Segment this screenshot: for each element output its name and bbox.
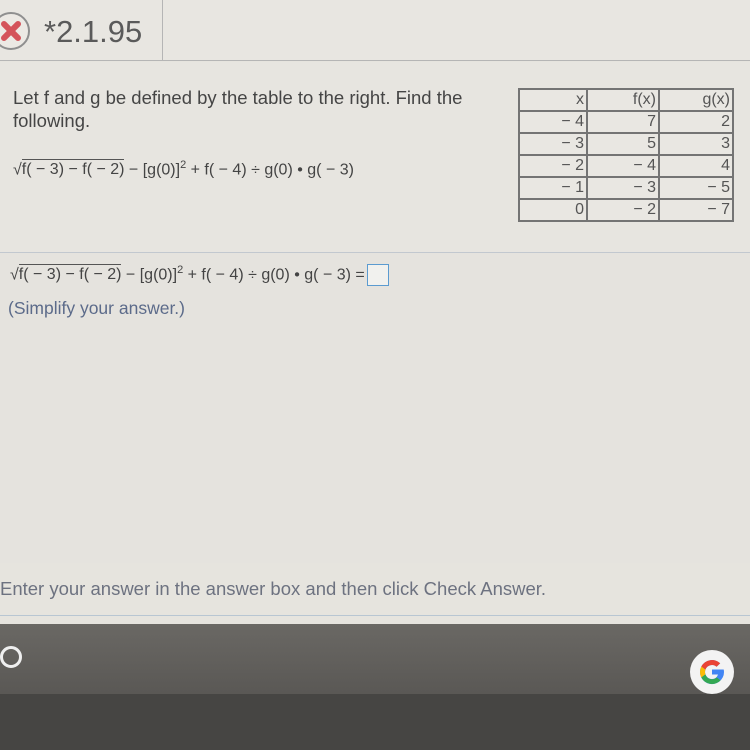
- taskbar-bezel: [0, 694, 750, 750]
- question-expression: √f( − 3) − f( − 2) − [g(0)]2 + f( − 4) ÷…: [13, 159, 354, 179]
- equals-sign: =: [350, 266, 365, 284]
- cell-gx: 3: [658, 132, 734, 156]
- cell-x: − 2: [518, 154, 588, 178]
- cell-x: − 3: [518, 132, 588, 156]
- cell-gx: − 7: [658, 198, 734, 222]
- expr-part-2: + f( − 4) ÷ g(0) • g( − 3): [183, 266, 351, 284]
- cell-fx: 5: [586, 132, 660, 156]
- table-row: − 1 − 3 − 5: [518, 176, 734, 200]
- taskbar: [0, 624, 750, 750]
- cell-fx: − 3: [586, 176, 660, 200]
- cell-fx: − 4: [586, 154, 660, 178]
- cell-x: 0: [518, 198, 588, 222]
- table-row: − 2 − 4 4: [518, 154, 734, 178]
- table-header-row: x f(x) g(x): [518, 88, 734, 112]
- sqrt-symbol: √: [10, 266, 19, 284]
- radicand: f( − 3) − f( − 2): [18, 264, 122, 284]
- function-table: x f(x) g(x) − 4 7 2 − 3 5 3 − 2 − 4 4 − …: [518, 88, 734, 222]
- problem-tab[interactable]: *2.1.95: [0, 0, 163, 60]
- cell-fx: − 2: [586, 198, 660, 222]
- question-panel: Let f and g be defined by the table to t…: [0, 62, 750, 253]
- expr-part-1: − [g(0)]: [124, 161, 181, 179]
- instruction-text: Enter your answer in the answer box and …: [0, 578, 547, 599]
- problem-id: *2.1.95: [44, 14, 143, 49]
- expr-part-2: + f( − 4) ÷ g(0) • g( − 3): [186, 161, 354, 179]
- table-row: − 3 5 3: [518, 132, 734, 156]
- expr-part-1: − [g(0)]: [121, 266, 178, 284]
- table-row: 0 − 2 − 7: [518, 198, 734, 222]
- cell-gx: 2: [658, 110, 734, 134]
- answer-panel: √f( − 3) − f( − 2) − [g(0)]2 + f( − 4) ÷…: [0, 253, 750, 563]
- cell-x: − 1: [518, 176, 588, 200]
- radicand: f( − 3) − f( − 2): [21, 159, 125, 179]
- answer-input[interactable]: [366, 264, 389, 287]
- header-gx: g(x): [658, 88, 734, 112]
- divider: [0, 615, 750, 616]
- question-prompt: Let f and g be defined by the table to t…: [13, 87, 463, 131]
- answer-expression: √f( − 3) − f( − 2) − [g(0)]2 + f( − 4) ÷…: [10, 264, 389, 287]
- header-fx: f(x): [586, 88, 660, 112]
- cell-x: − 4: [518, 110, 588, 134]
- simplify-hint: (Simplify your answer.): [8, 298, 185, 318]
- cell-gx: − 5: [658, 176, 734, 200]
- table-row: − 4 7 2: [518, 110, 734, 134]
- google-icon[interactable]: [690, 650, 734, 694]
- header-x: x: [518, 88, 588, 112]
- cell-gx: 4: [658, 154, 734, 178]
- cell-fx: 7: [586, 110, 660, 134]
- problem-header: *2.1.95: [0, 0, 750, 61]
- launcher-circle-icon[interactable]: [0, 646, 22, 668]
- sqrt-symbol: √: [13, 161, 22, 179]
- incorrect-x-icon: [0, 12, 30, 50]
